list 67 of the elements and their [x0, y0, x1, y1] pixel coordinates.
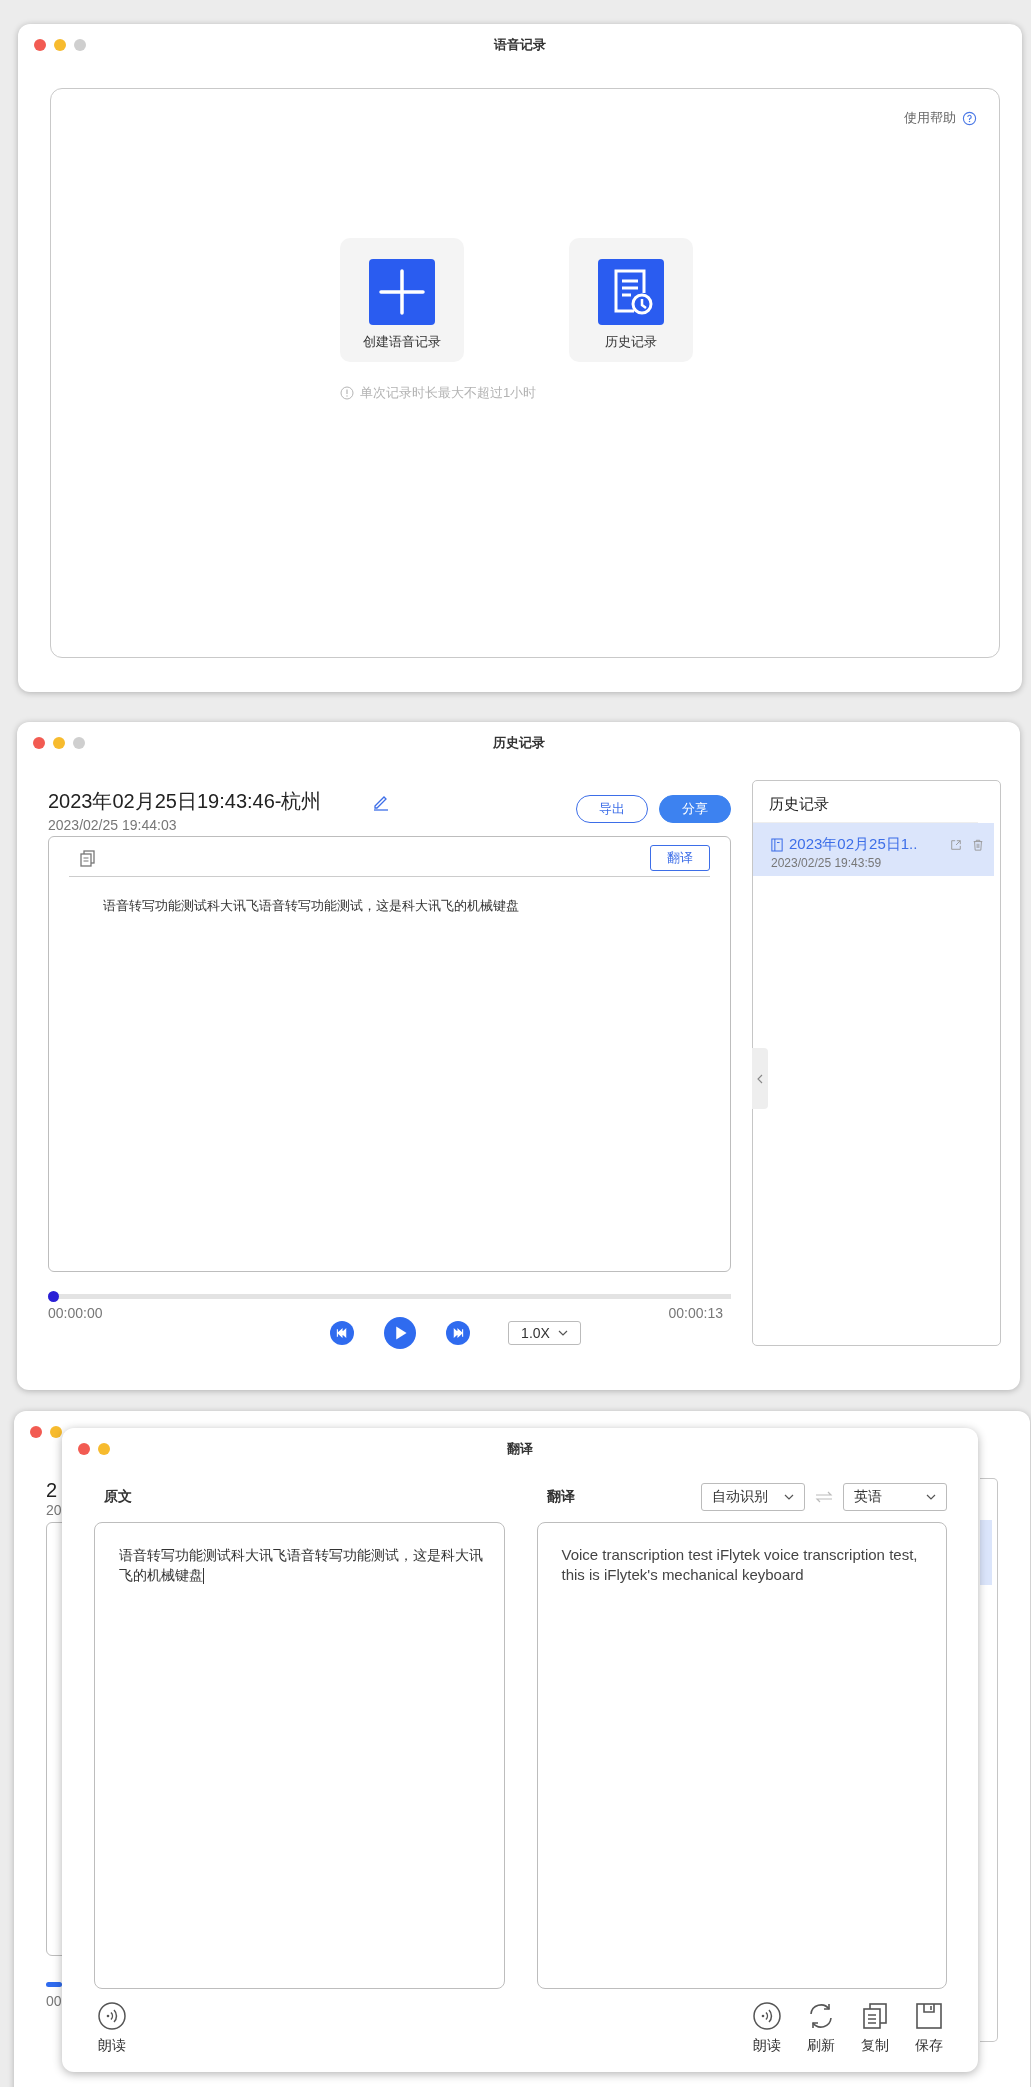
record-time: 20 — [46, 1502, 62, 1518]
share-button[interactable]: 分享 — [659, 795, 731, 823]
record-title: 2 — [46, 1479, 58, 1502]
progress-fill — [46, 1982, 62, 1987]
play-button[interactable] — [384, 1317, 416, 1349]
notice-text: 单次记录时长最大不超过1小时 — [360, 384, 537, 402]
item-time: 2023/02/25 19:43:59 — [771, 856, 883, 870]
history-item[interactable]: 2023年02月25日1.. 2023/02/25 19:43:59 — [753, 823, 994, 876]
read-button[interactable]: 朗读 — [94, 2001, 130, 2055]
swap-icon[interactable] — [815, 1491, 833, 1503]
window-title: 历史记录 — [492, 734, 545, 752]
window-title: 翻译 — [507, 1440, 533, 1458]
source-label: 原文 — [103, 1488, 132, 1506]
zoom-button[interactable] — [74, 39, 86, 51]
progress-thumb[interactable] — [48, 1291, 59, 1302]
copy-icon — [860, 2001, 890, 2031]
record-time: 2023/02/25 19:44:03 — [48, 817, 178, 833]
total-time: 00:00:13 — [668, 1305, 723, 1321]
rewind-button[interactable] — [330, 1321, 354, 1345]
save-icon — [914, 2001, 944, 2031]
close-button[interactable] — [33, 737, 45, 749]
copy-button[interactable]: 复制 — [857, 2001, 893, 2055]
history-button[interactable]: 历史记录 — [569, 238, 693, 362]
transcript-text: 语音转写功能测试科大讯飞语音转写功能测试，这是科大讯飞的机械键盘 — [102, 897, 521, 915]
plus-icon — [369, 259, 435, 325]
help-link[interactable]: 使用帮助 — [904, 109, 956, 127]
target-language-dropdown[interactable]: 英语 — [843, 1483, 947, 1511]
read-button[interactable]: 朗读 — [749, 2001, 785, 2055]
record-title: 2023年02月25日19:43:46-杭州 — [48, 789, 322, 814]
close-button[interactable] — [30, 1426, 42, 1438]
zoom-button[interactable] — [73, 737, 85, 749]
speaker-icon — [97, 2001, 127, 2031]
speed-dropdown[interactable]: 1.0X — [508, 1321, 581, 1345]
minimize-button[interactable] — [50, 1426, 62, 1438]
minimize-button[interactable] — [54, 39, 66, 51]
window-title: 语音记录 — [494, 36, 546, 54]
source-language-dropdown[interactable]: 自动识别 — [701, 1483, 805, 1511]
export-button[interactable]: 导出 — [576, 795, 648, 823]
elapsed-time: 00 — [46, 1993, 62, 2009]
source-text-field[interactable]: 语音转写功能测试科大讯飞语音转写功能测试，这是科大讯飞的机械键盘 — [94, 1522, 505, 1989]
collapse-handle[interactable] — [752, 1048, 768, 1109]
minimize-button[interactable] — [98, 1443, 110, 1455]
help-icon[interactable] — [962, 110, 977, 126]
translation-label: 翻译 — [545, 1488, 575, 1506]
chevron-down-icon — [784, 1494, 794, 1500]
translation-text-field[interactable]: Voice transcription test iFlytek voice transcription test, this is iFlytek's mechanical keyboard — [536, 1522, 947, 1989]
fast-forward-button[interactable] — [446, 1321, 470, 1345]
copy-icon[interactable] — [79, 849, 97, 867]
notebook-icon — [771, 837, 783, 852]
chevron-down-icon — [926, 1494, 936, 1500]
info-icon — [340, 386, 354, 400]
save-button[interactable]: 保存 — [911, 2001, 947, 2055]
document-clock-icon — [598, 259, 664, 325]
elapsed-time: 00:00:00 — [48, 1305, 103, 1321]
speaker-icon — [752, 2001, 782, 2031]
chevron-left-icon — [757, 1073, 763, 1084]
trash-icon[interactable] — [972, 838, 984, 851]
chevron-down-icon — [557, 1330, 568, 1336]
create-record-button[interactable]: 创建语音记录 — [340, 238, 464, 362]
close-button[interactable] — [34, 39, 46, 51]
close-button[interactable] — [78, 1443, 90, 1455]
progress-track[interactable] — [48, 1291, 731, 1302]
translate-button[interactable]: 翻译 — [650, 845, 710, 871]
refresh-button[interactable]: 刷新 — [803, 2001, 839, 2055]
external-link-icon[interactable] — [950, 838, 962, 851]
item-title: 2023年02月25日1.. — [789, 835, 919, 854]
minimize-button[interactable] — [53, 737, 65, 749]
